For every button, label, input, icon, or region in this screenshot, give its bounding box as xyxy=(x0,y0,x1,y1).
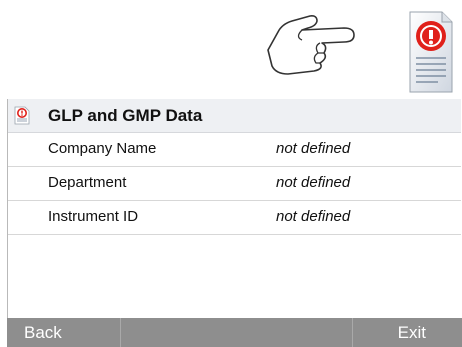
info-document-icon xyxy=(14,106,30,125)
exit-button[interactable]: Exit xyxy=(353,318,462,347)
bottom-button-bar: Back Exit xyxy=(7,318,462,347)
row-value: not defined xyxy=(276,208,351,225)
settings-row-department[interactable]: Department not defined xyxy=(8,167,461,201)
glp-gmp-screen: GLP and GMP Data Company Name not define… xyxy=(7,99,461,347)
back-button[interactable]: Back xyxy=(7,318,121,347)
row-label: Instrument ID xyxy=(48,208,139,225)
info-document-icon xyxy=(409,11,453,93)
settings-row-company-name[interactable]: Company Name not defined xyxy=(8,133,461,167)
page-title: GLP and GMP Data xyxy=(48,106,203,125)
row-label: Department xyxy=(48,174,127,191)
row-value: not defined xyxy=(276,140,351,157)
pointing-hand-icon xyxy=(267,15,355,75)
title-bar: GLP and GMP Data xyxy=(8,99,461,133)
row-value: not defined xyxy=(276,174,351,191)
empty-softkey xyxy=(122,318,353,347)
settings-row-instrument-id[interactable]: Instrument ID not defined xyxy=(8,201,461,235)
row-label: Company Name xyxy=(48,140,157,157)
